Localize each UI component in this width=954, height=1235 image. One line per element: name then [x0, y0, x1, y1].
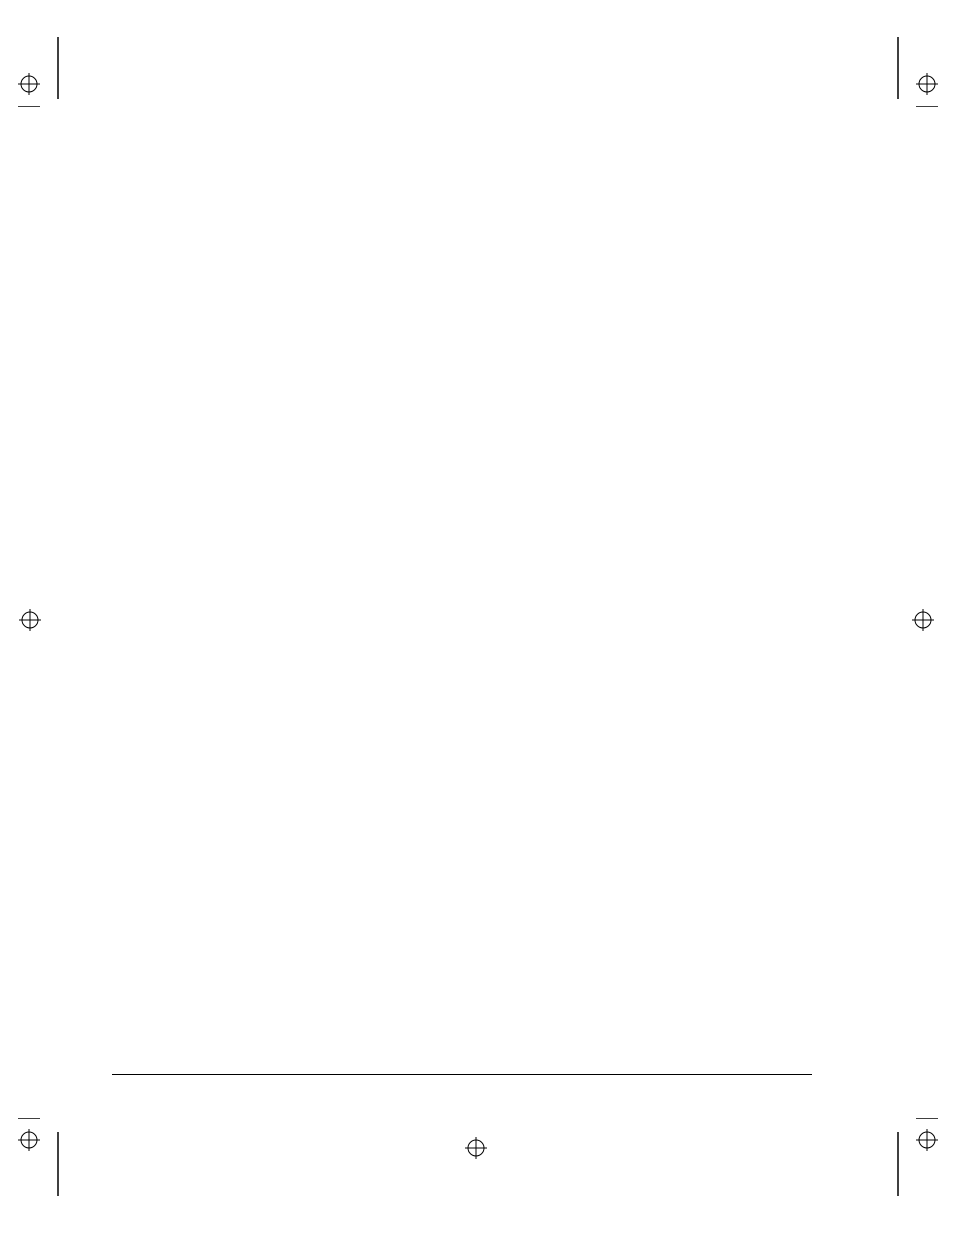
crop-mark-top-right [878, 37, 938, 107]
crop-mark-bottom-left [18, 1118, 78, 1196]
registration-mark-bottom [465, 1137, 485, 1157]
crop-mark-top-left [18, 37, 78, 107]
registration-mark-left [19, 609, 39, 629]
footer-rule [112, 1074, 812, 1075]
crop-mark-bottom-right [878, 1118, 938, 1196]
registration-mark-right [912, 609, 932, 629]
